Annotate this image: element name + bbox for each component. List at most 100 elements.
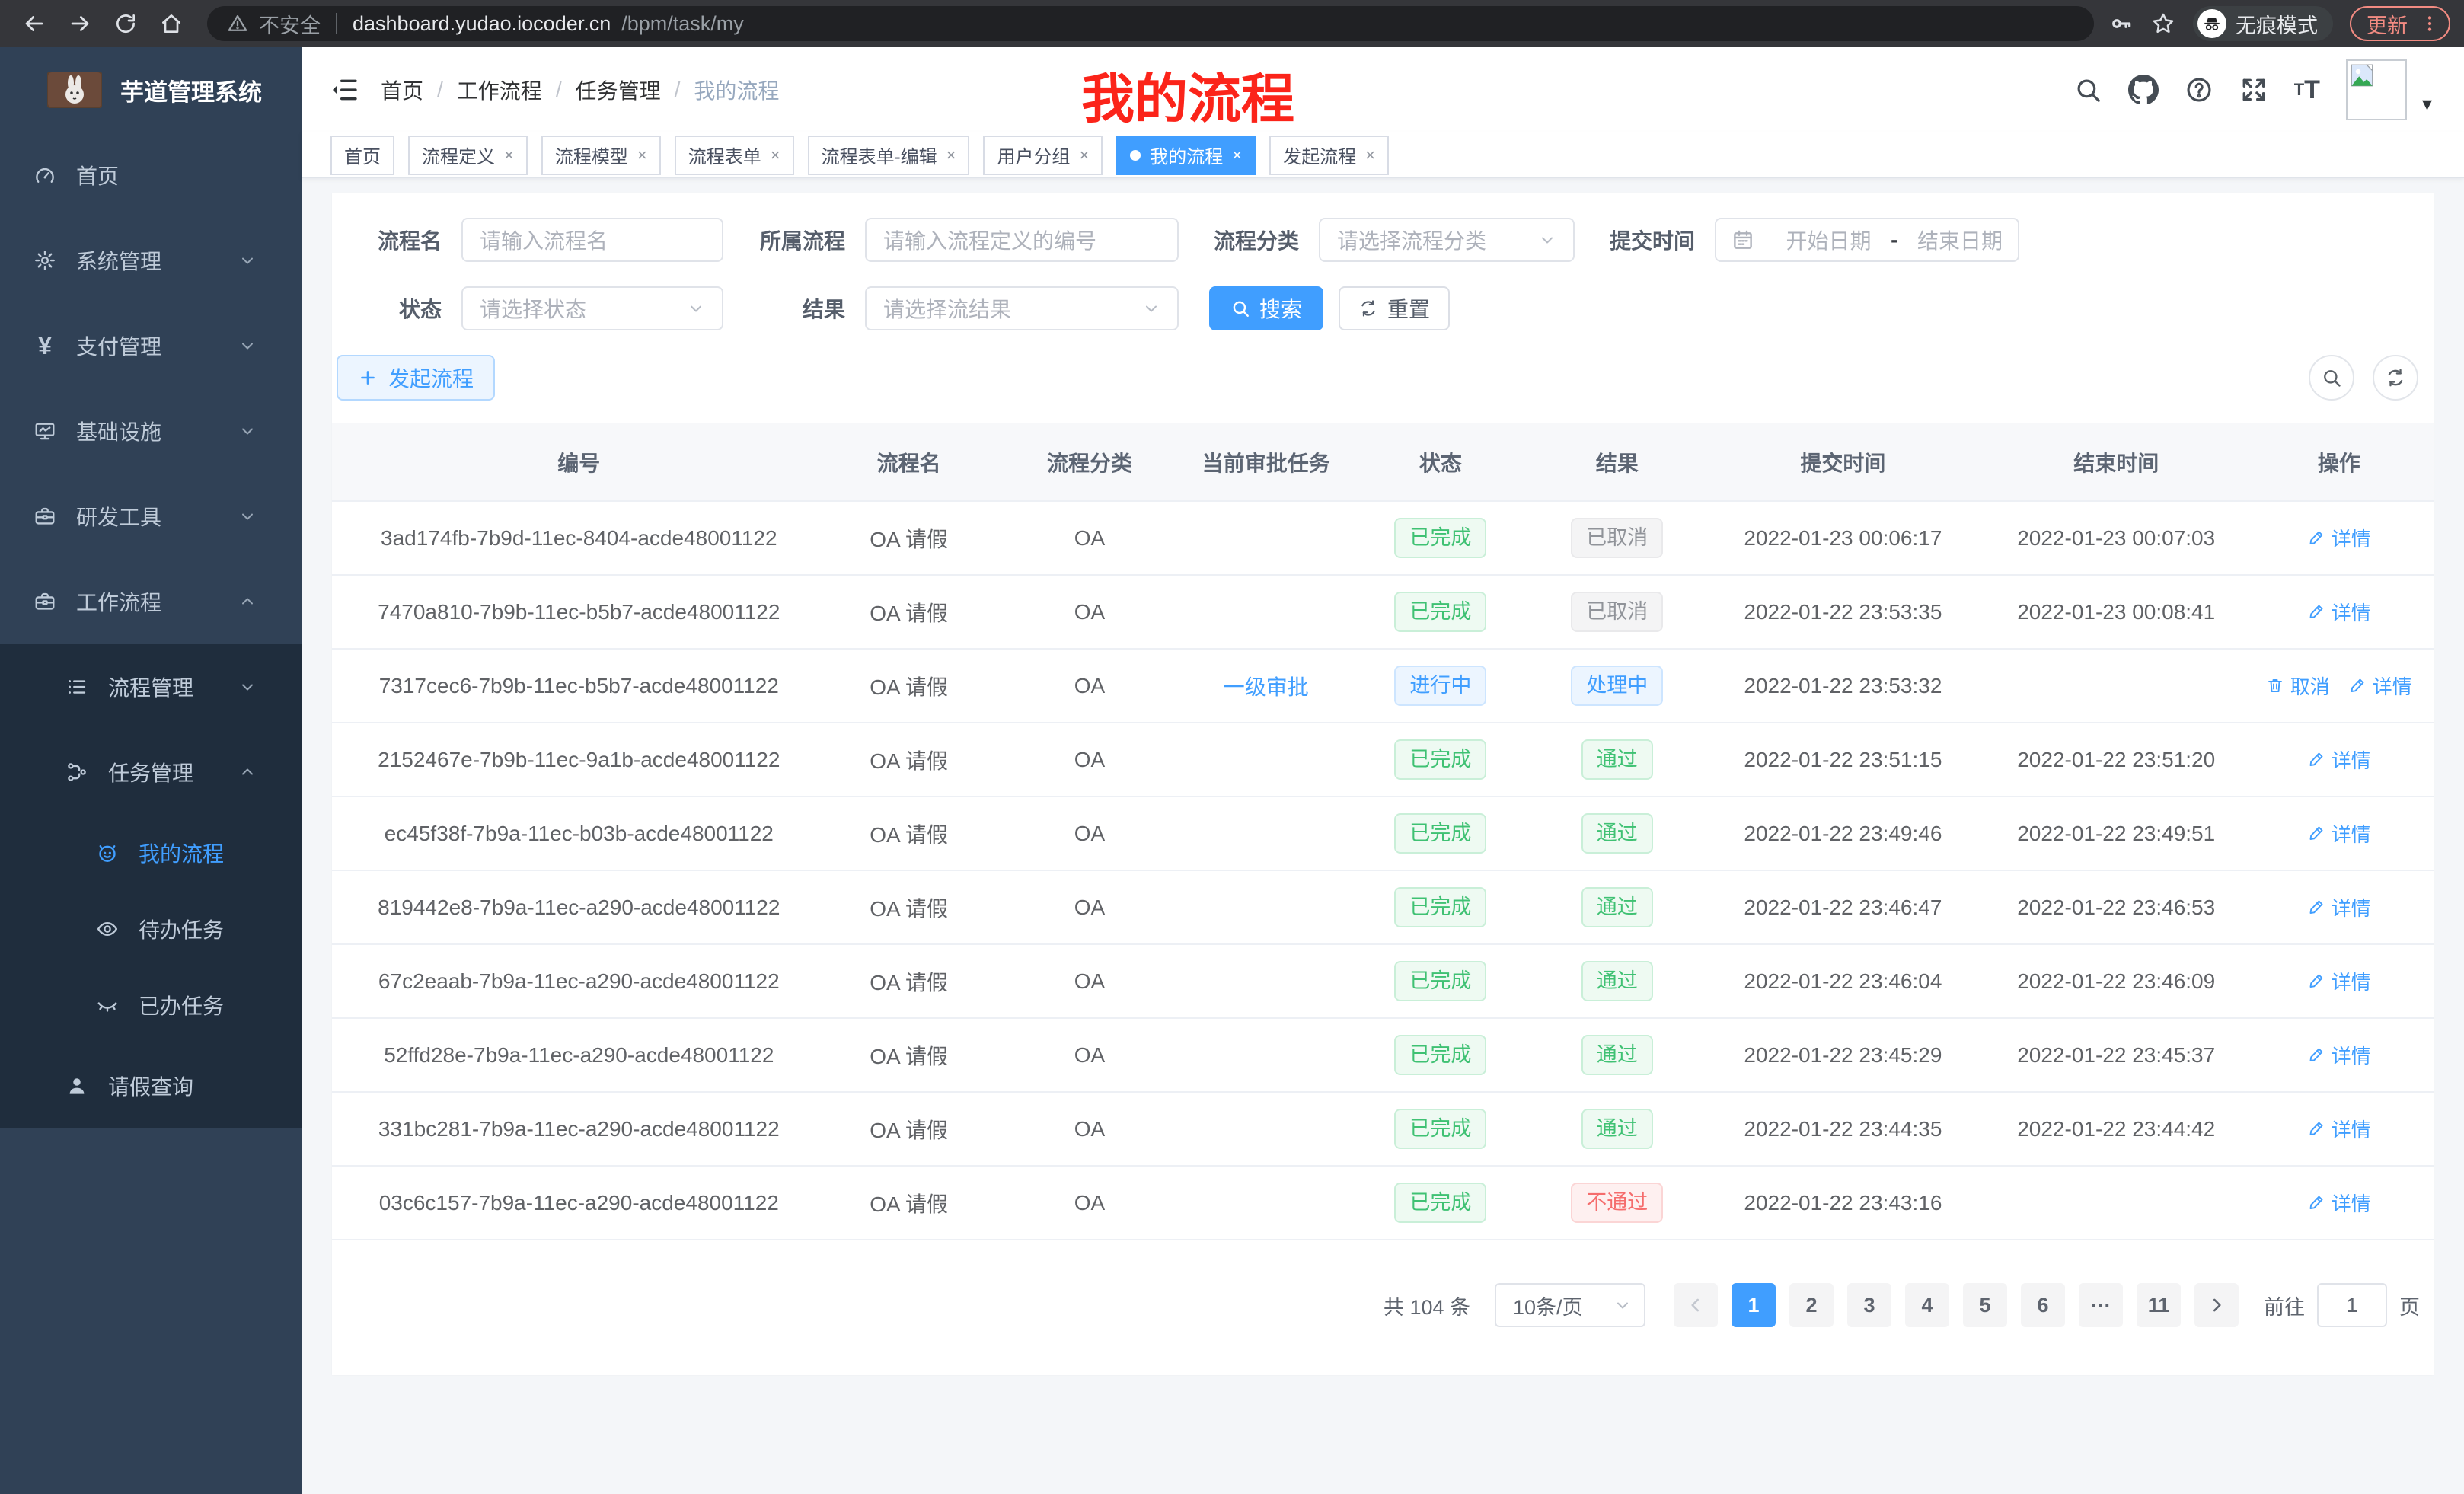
- browser-forward-button[interactable]: [59, 3, 101, 44]
- 结果-select[interactable]: 请选择流结果: [865, 286, 1179, 330]
- app-logo[interactable]: 芋道管理系统: [0, 47, 302, 132]
- tab-2[interactable]: 流程模型 ×: [541, 136, 661, 175]
- detail-action-link[interactable]: 详情: [2348, 672, 2412, 700]
- update-label: 更新: [2367, 9, 2408, 39]
- sidebar-item-done-tasks[interactable]: 已办任务: [0, 967, 302, 1043]
- address-bar[interactable]: 不安全 dashboard.yudao.iocoder.cn/bpm/task/…: [207, 6, 2094, 41]
- 流程名-input[interactable]: 请输入流程名: [461, 218, 723, 262]
- edit-icon: [2307, 602, 2325, 621]
- table-refresh-button[interactable]: [2373, 355, 2418, 401]
- next-page-button[interactable]: [2194, 1283, 2239, 1327]
- cell-current-task: [1187, 1166, 1345, 1240]
- page-size-select[interactable]: 10条/页: [1495, 1283, 1645, 1327]
- tab-7[interactable]: 发起流程×: [1269, 136, 1389, 175]
- cell-status: 已完成: [1345, 1018, 1536, 1092]
- cell-category: OA: [992, 944, 1188, 1018]
- address-separator: [336, 13, 337, 34]
- browser-back-button[interactable]: [14, 3, 55, 44]
- detail-action-link[interactable]: 详情: [2307, 1189, 2371, 1217]
- detail-action-link[interactable]: 详情: [2307, 524, 2371, 552]
- browser-home-button[interactable]: [151, 3, 192, 44]
- sidebar-item-task-management[interactable]: 任务管理: [0, 729, 302, 815]
- sidebar-item-todo-tasks[interactable]: 待办任务: [0, 891, 302, 967]
- detail-action-link[interactable]: 详情: [2307, 819, 2371, 848]
- cancel-action-link[interactable]: 取消: [2266, 672, 2330, 700]
- browser-update-button[interactable]: 更新: [2350, 6, 2450, 41]
- menu-dots-icon[interactable]: [2420, 14, 2440, 34]
- sidebar-item-dev-tools[interactable]: 研发工具: [0, 474, 302, 559]
- close-tab-icon[interactable]: ×: [1232, 145, 1242, 165]
- tab-label: 流程模型: [555, 142, 628, 168]
- page-button-6[interactable]: 6: [2021, 1283, 2065, 1327]
- sidebar-item-my-process[interactable]: 我的流程: [0, 815, 302, 891]
- github-icon[interactable]: [2128, 75, 2159, 105]
- page-button-5[interactable]: 5: [1963, 1283, 2007, 1327]
- detail-action-link[interactable]: 详情: [2307, 598, 2371, 626]
- goto-page-input[interactable]: 1: [2317, 1283, 2387, 1327]
- breadcrumb: 首页/工作流程/任务管理/我的流程: [381, 75, 779, 105]
- page-button-3[interactable]: 3: [1847, 1283, 1891, 1327]
- search-icon[interactable]: [2073, 75, 2102, 104]
- close-tab-icon[interactable]: ×: [637, 145, 647, 165]
- sidebar-fold-icon[interactable]: [329, 75, 359, 105]
- page-button-11[interactable]: 11: [2137, 1283, 2181, 1327]
- tab-3[interactable]: 流程表单×: [675, 136, 794, 175]
- start-process-button[interactable]: 发起流程: [337, 355, 495, 401]
- prev-page-button[interactable]: [1674, 1283, 1718, 1327]
- cell-actions: 详情: [2245, 796, 2434, 870]
- tab-0[interactable]: 首页: [330, 136, 394, 175]
- close-tab-icon[interactable]: ×: [1079, 145, 1089, 165]
- breadcrumb-item[interactable]: 任务管理: [576, 75, 661, 105]
- close-tab-icon[interactable]: ×: [946, 145, 956, 165]
- cell-end-time: 2022-01-22 23:45:37: [1988, 1018, 2245, 1092]
- tab-5[interactable]: 用户分组×: [983, 136, 1103, 175]
- detail-action-link[interactable]: 详情: [2307, 1041, 2371, 1069]
- 流程分类-select[interactable]: 请选择流程分类: [1319, 218, 1575, 262]
- avatar[interactable]: [2346, 59, 2407, 120]
- fullscreen-icon[interactable]: [2239, 75, 2268, 104]
- detail-action-link[interactable]: 详情: [2307, 1115, 2371, 1143]
- detail-action-link[interactable]: 详情: [2307, 745, 2371, 774]
- tab-4[interactable]: 流程表单-编辑×: [808, 136, 970, 175]
- detail-action-link[interactable]: 详情: [2307, 893, 2371, 921]
- close-tab-icon[interactable]: ×: [1365, 145, 1375, 165]
- tab-1[interactable]: 流程定义×: [408, 136, 528, 175]
- sidebar-item-label: 任务管理: [108, 757, 193, 787]
- page-button-2[interactable]: 2: [1789, 1283, 1834, 1327]
- sidebar-item-payment-management[interactable]: ¥支付管理: [0, 303, 302, 388]
- detail-action-link[interactable]: 详情: [2307, 967, 2371, 995]
- help-icon[interactable]: [2185, 75, 2213, 104]
- cell-status: 已完成: [1345, 944, 1536, 1018]
- breadcrumb-item: 我的流程: [694, 75, 779, 105]
- page-button-4[interactable]: 4: [1905, 1283, 1949, 1327]
- sidebar-item-infrastructure[interactable]: 基础设施: [0, 388, 302, 474]
- sidebar-item-home[interactable]: 首页: [0, 132, 302, 218]
- result-badge: 通过: [1581, 1109, 1653, 1149]
- breadcrumb-item[interactable]: 首页: [381, 75, 423, 105]
- current-task-link[interactable]: 一级审批: [1224, 675, 1309, 699]
- 所属流程-input[interactable]: 请输入流程定义的编号: [865, 218, 1179, 262]
- avatar-dropdown-icon[interactable]: ▾: [2422, 92, 2432, 116]
- breadcrumb-item[interactable]: 工作流程: [457, 75, 542, 105]
- sidebar-item-leave-query[interactable]: 请假查询: [0, 1043, 302, 1128]
- page-button-1[interactable]: 1: [1732, 1283, 1776, 1327]
- key-icon[interactable]: [2109, 11, 2134, 36]
- sidebar-item-workflow[interactable]: 工作流程: [0, 559, 302, 644]
- 状态-select[interactable]: 请选择状态: [461, 286, 723, 330]
- page-ellipsis[interactable]: ···: [2079, 1283, 2123, 1327]
- sidebar-item-label: 我的流程: [139, 838, 224, 868]
- close-tab-icon[interactable]: ×: [771, 145, 780, 165]
- sidebar-item-process-management[interactable]: 流程管理: [0, 644, 302, 729]
- list-icon: [59, 675, 94, 698]
- search-button[interactable]: 搜索: [1209, 286, 1323, 330]
- reset-button[interactable]: 重置: [1339, 286, 1450, 330]
- star-icon[interactable]: [2150, 11, 2176, 37]
- browser-reload-button[interactable]: [105, 3, 146, 44]
- close-tab-icon[interactable]: ×: [504, 145, 514, 165]
- sidebar-item-system-management[interactable]: 系统管理: [0, 218, 302, 303]
- tab-active-6[interactable]: 我的流程×: [1116, 136, 1256, 175]
- cell-result: 通过: [1536, 870, 1698, 944]
- date-range-picker[interactable]: 开始日期-结束日期: [1715, 218, 2019, 262]
- table-search-button[interactable]: [2309, 355, 2354, 401]
- result-badge: 已取消: [1571, 592, 1663, 632]
